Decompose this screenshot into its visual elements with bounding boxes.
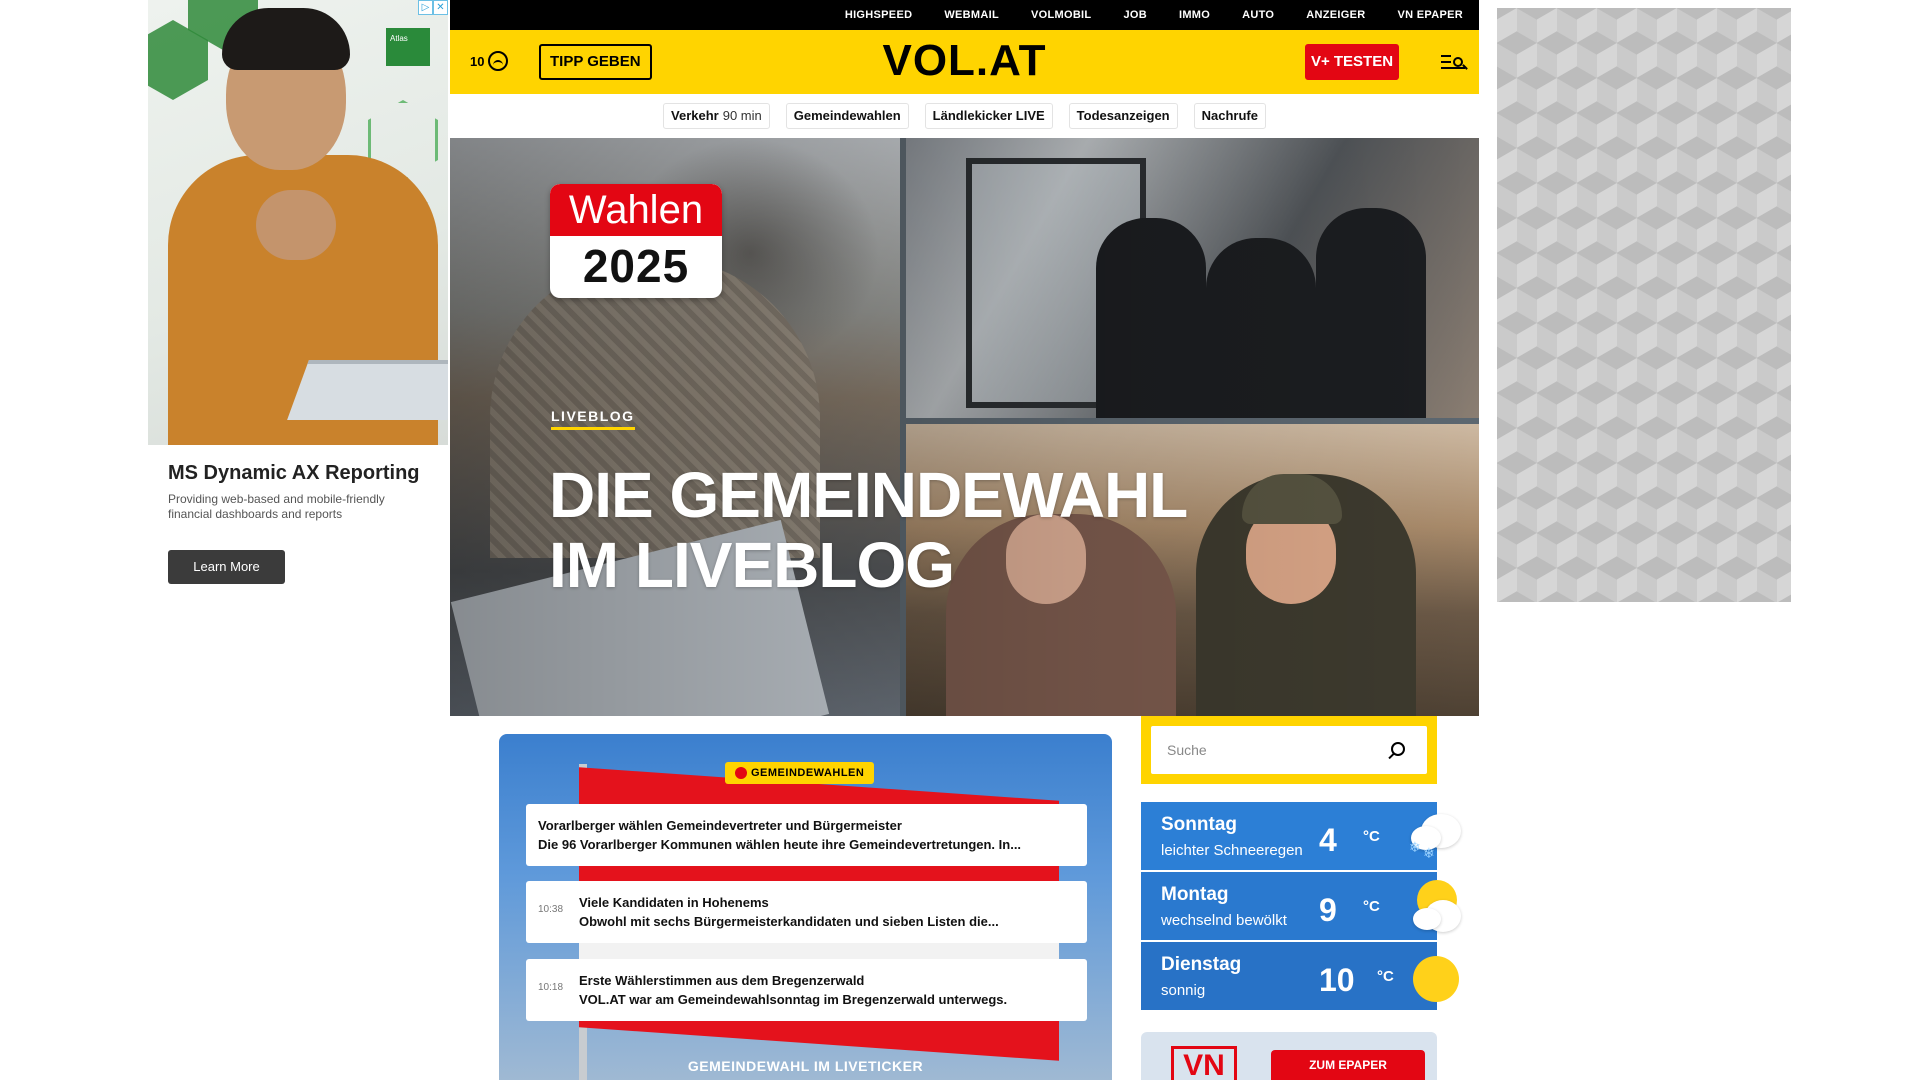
main-column: HIGHSPEED WEBMAIL VOLMOBIL JOB IMMO AUTO… [450,0,1479,716]
ad-title[interactable]: MS Dynamic AX Reporting [168,462,420,485]
topnav-anzeiger[interactable]: ANZEIGER [1306,9,1365,21]
ad-image[interactable]: Atlas [148,0,448,445]
quicklink-gemeindewahlen[interactable]: Gemeindewahlen [785,103,909,129]
quicklinks-bar: Verkehr 90 min Gemeindewahlen Ländlekicke… [450,94,1479,138]
wahlen-2025-badge: Wahlen 2025 [550,184,722,298]
badge-label: Wahlen [550,184,722,236]
liveticker-item-time: 10:18 [538,982,564,993]
weather-day-temp: 4 [1319,822,1337,858]
top-navigation: HIGHSPEED WEBMAIL VOLMOBIL JOB IMMO AUTO… [450,0,1479,30]
search-input[interactable] [1151,726,1381,774]
liveticker-item-time: 10:38 [538,904,564,915]
weather-day-name: Dienstag [1161,954,1242,975]
ad-description: Providing web-based and mobile-friendly … [168,492,385,521]
liveticker-item-title: Erste Wählerstimmen aus dem Bregenzerwal… [579,973,865,988]
sun-cloud-icon [1407,880,1467,934]
ad-person-hair [222,8,350,70]
ad-choices[interactable]: ▷ ✕ [418,0,448,15]
weather-day-desc: wechselnd bewölkt [1161,912,1287,929]
topnav-webmail[interactable]: WEBMAIL [944,9,999,21]
topnav-highspeed[interactable]: HIGHSPEED [845,9,913,21]
liveticker-item-body: Obwohl mit sechs Bürgermeisterkandidaten… [579,914,999,929]
liveticker-item[interactable]: 10:38 Viele Kandidaten in Hohenems Obwoh… [526,881,1087,943]
search-box [1151,726,1427,774]
ad-learn-more-button[interactable]: Learn More [168,550,285,584]
ad-info-icon[interactable]: ▷ [418,0,433,15]
search-icon[interactable] [1391,742,1405,756]
epaper-button[interactable]: ZUM EPAPER [1271,1050,1425,1080]
laptop-illustration [287,360,448,420]
weather-day-temp: 9 [1319,892,1337,928]
quicklink-label: Verkehr [671,108,719,123]
topnav-volmobil[interactable]: VOLMOBIL [1031,9,1091,21]
hero-kicker: LIVEBLOG [551,408,635,430]
liveticker-footer-link[interactable]: GEMEINDEWAHL IM LIVETICKER [499,1058,1112,1074]
topnav-job[interactable]: JOB [1123,9,1147,21]
badge-year: 2025 [582,240,690,292]
liveticker-badge: GEMEINDEWAHLEN [725,762,875,784]
weather-day[interactable]: Dienstag sonnig 10 °C [1141,942,1459,1010]
liveticker-item-body: Die 96 Vorarlberger Kommunen wählen heut… [538,837,1022,852]
topnav-immo[interactable]: IMMO [1179,9,1210,21]
weather-day-unit: °C [1363,898,1380,915]
quicklink-todesanzeigen[interactable]: Todesanzeigen [1068,103,1178,129]
liveticker-item[interactable]: Vorarlberger wählen Gemeindevertreter un… [526,804,1087,866]
liveticker-item-body: VOL.AT war am Gemeindewahlsonntag im Bre… [579,992,1008,1007]
liveticker-item-title: Vorarlberger wählen Gemeindevertreter un… [538,818,902,833]
search-panel [1141,716,1437,784]
quicklink-sub: 90 min [722,108,762,123]
ad-person-hands [256,190,336,260]
ad-close-icon[interactable]: ✕ [433,0,448,15]
quicklink-laendlekicker[interactable]: Ländlekicker LIVE [924,103,1053,129]
weather-day[interactable]: Sonntag leichter Schneeregen 4 °C ❄ ❄ [1141,802,1461,870]
vplus-testen-button[interactable]: V+ TESTEN [1305,44,1399,80]
liveticker-item-title: Viele Kandidaten in Hohenems [579,895,769,910]
topnav-auto[interactable]: AUTO [1242,9,1274,21]
liveticker-box[interactable]: GEMEINDEWAHLEN Vorarlberger wählen Gemei… [499,734,1112,1080]
cloud-snow-icon: ❄ ❄ [1407,810,1467,864]
weather-day-desc: sonnig [1161,982,1206,999]
weather-day-name: Montag [1161,884,1229,905]
weather-day-unit: °C [1363,828,1380,845]
weather-day-desc: leichter Schneeregen [1161,842,1303,859]
topnav-vn-epaper[interactable]: VN EPAPER [1398,9,1463,21]
hero-headline[interactable]: DIE GEMEINDEWAHL IM LIVEBLOG [549,460,1449,600]
ad-brand-logo: Atlas [386,28,430,66]
weather-widget[interactable]: Sonntag leichter Schneeregen 4 °C ❄ ❄ Mo… [1141,802,1461,1012]
quicklink-verkehr[interactable]: Verkehr 90 min [663,103,770,129]
liveticker-item[interactable]: 10:18 Erste Wählerstimmen aus dem Bregen… [526,959,1087,1021]
hero-teaser[interactable]: Wahlen 2025 LIVEBLOG DIE GEMEINDEWAHL IM… [450,138,1479,716]
hero-headline-line2: IM LIVEBLOG [549,529,955,601]
quicklink-nachrufe[interactable]: Nachrufe [1193,103,1266,129]
weather-day-temp: 10 [1319,962,1355,998]
epaper-promo[interactable]: VN ZUM EPAPER [1141,1032,1437,1080]
ad-left[interactable]: Atlas ▷ ✕ MS Dynamic AX Reporting Provid… [148,0,448,600]
hero-headline-line1: DIE GEMEINDEWAHL [549,459,1188,531]
vn-logo: VN [1171,1046,1237,1080]
sun-icon [1407,950,1467,1004]
weather-day[interactable]: Montag wechselnd bewölkt 9 °C [1141,872,1461,940]
weather-day-unit: °C [1377,968,1394,985]
ad-right-pattern[interactable] [1497,8,1791,602]
site-header: 10 TIPP GEBEN VOL.AT V+ TESTEN [450,30,1479,94]
weather-day-name: Sonntag [1161,814,1237,835]
menu-search-icon[interactable] [1441,52,1465,72]
